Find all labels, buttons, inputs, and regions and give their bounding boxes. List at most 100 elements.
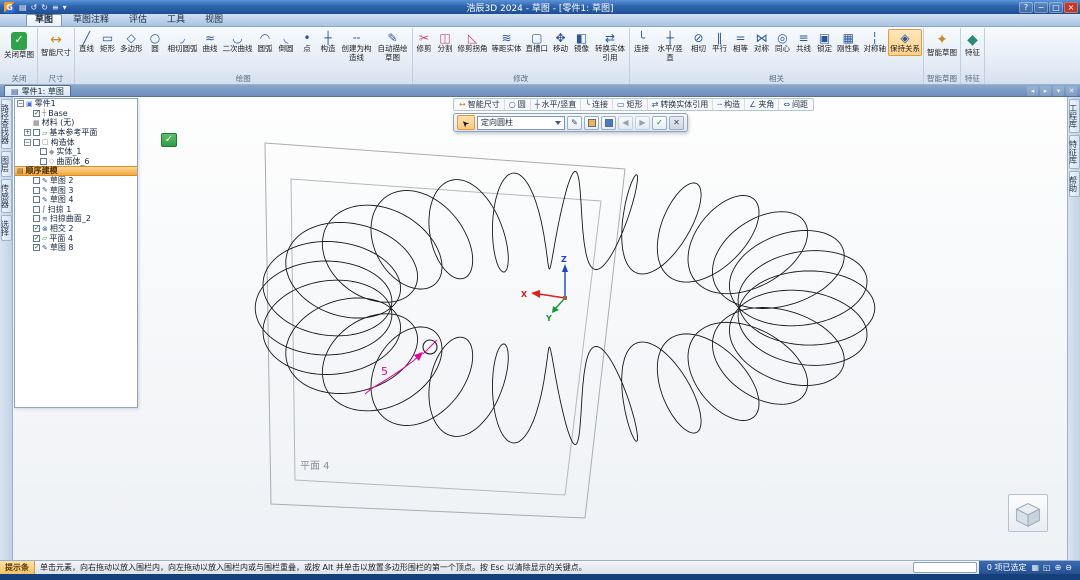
angle-toggle[interactable]: ∠ 夹角 [745,99,780,110]
horizontal-vertical-toggle[interactable]: ┼ 水平/竖直 [531,99,582,110]
ribbon-tab[interactable]: 草图注释 [64,14,118,26]
close-button[interactable]: × [1064,1,1078,13]
maximize-button[interactable]: □ [1049,1,1063,13]
expander-icon[interactable]: − [24,138,31,146]
print-icon[interactable]: ≡ [52,3,59,12]
lock-button[interactable]: ▣ 锁定 [814,29,835,56]
polygon-button[interactable]: ◇ 多边形 [118,29,145,56]
viewport[interactable]: 平面 4 X Y Z 5 ↔ 智能尺寸 ○ 圆 ┼ 水平/竖直 ╰ 连接 ▭ 矩形 ⇄ 转换实体引用 ╌ 构造 ∠ 夹… [13,97,1067,560]
construction-button[interactable]: ┼ 构造 [318,29,339,56]
undo-icon[interactable]: ↺ [31,3,38,12]
tangent-arc-button[interactable]: ◞ 相切圆弧 [166,29,200,56]
visibility-checkbox[interactable] [40,157,47,165]
keypoint-filter-dropdown[interactable]: 定向圆柱 [477,115,565,130]
visibility-checkbox[interactable] [33,196,40,204]
connect-button[interactable]: ╰ 连接 [631,29,652,56]
equal-button[interactable]: = 相等 [730,29,751,56]
tab-sensors[interactable]: 传感器 [0,179,12,213]
curve-button[interactable]: ≈ 曲线 [200,29,221,56]
tab-select[interactable]: 选择 [0,215,12,241]
visibility-checkbox[interactable] [33,234,40,242]
tree-item[interactable]: ≋ 扫掠曲面_2 [15,214,137,224]
fit-view-icon[interactable]: ◱ [1043,563,1051,572]
select-tool-button[interactable]: ➤ [457,115,475,130]
tree-item[interactable]: ┼Base [15,109,137,119]
tangent-button[interactable]: ⊘ 相切 [688,29,709,56]
tab-next-button[interactable]: ▸ [1040,86,1051,96]
connect-toggle[interactable]: ╰ 连接 [581,99,614,110]
minimize-button[interactable]: − [1034,1,1048,13]
app-logo-icon[interactable]: G [4,1,15,13]
move-button[interactable]: ✥ 移动 [550,29,571,56]
expander-icon[interactable]: + [24,129,31,137]
mirror-button[interactable]: ◧ 镜像 [571,29,592,56]
tree-item[interactable]: ✎ 草图 2 [15,176,137,186]
point-button[interactable]: • 点 [297,29,318,56]
split-button[interactable]: ◫ 分割 [435,29,456,56]
rigid-set-button[interactable]: ▦ 刚性集 [835,29,862,56]
tab-library[interactable]: 工程库 [1068,99,1080,133]
arc-button[interactable]: ◠ 圆弧 [255,29,276,56]
circle-toggle[interactable]: ○ 圆 [505,99,531,110]
tab-help[interactable]: 帮助 [1068,171,1080,197]
conic-button[interactable]: ◡ 二次曲线 [221,29,255,56]
customize-quick-access-icon[interactable]: ▾ [63,3,67,12]
visibility-checkbox[interactable] [33,205,40,213]
auto-sketch-button[interactable]: ✎ 自动描绘草图 [375,29,411,64]
ribbon-tab[interactable]: 评估 [120,14,156,26]
smart-dimension-button[interactable]: ↔ 智能尺寸 [39,29,73,60]
display-options-icon[interactable]: ▦ [1031,563,1039,572]
collinear-button[interactable]: ≡ 共线 [793,29,814,56]
convert-entities-toggle[interactable]: ⇄ 转换实体引用 [648,99,714,110]
spacing-toggle[interactable]: ⇔ 间距 [779,99,812,110]
visibility-checkbox[interactable] [33,177,40,185]
previous-button[interactable]: ◀ [618,115,633,130]
concentric-button[interactable]: ◎ 同心 [772,29,793,56]
tab-close-button[interactable]: ✕ [1066,86,1077,96]
visibility-checkbox[interactable] [33,225,40,233]
tree-item[interactable]: ✎ 草图 4 [15,195,137,205]
smart-dimension-toggle[interactable]: ↔ 智能尺寸 [455,99,505,110]
ribbon-tab[interactable]: 工具 [158,14,194,26]
rectangle-button[interactable]: ▭ 矩形 [97,29,118,56]
slot-button[interactable]: ▢ 直槽口 [524,29,551,56]
command-search-input[interactable] [912,562,977,573]
trim-corner-button[interactable]: ◺ 修剪拐角 [456,29,490,56]
zoom-out-icon[interactable]: ⊖ [1065,563,1072,572]
style-picker-button[interactable]: ✎ [567,115,582,130]
visibility-checkbox[interactable] [33,129,40,137]
fillet-button[interactable]: ◟ 倒圆 [276,29,297,56]
visibility-checkbox[interactable] [33,109,40,117]
tab-feature-library[interactable]: 特征库 [1068,135,1080,169]
construction-toggle[interactable]: ╌ 构造 [713,99,746,110]
tree-item[interactable]: + ▱ 基本参考平面 [15,128,137,138]
visibility-checkbox[interactable] [33,138,40,146]
tree-section-header[interactable]: ▤ 顺序建模 [15,166,137,176]
horizontal-vertical-button[interactable]: ┼ 水平/竖直 [652,29,688,64]
close-sketch-button[interactable]: ✓ 关闭草图 [2,29,36,62]
tab-list-button[interactable]: ▾ [1053,86,1064,96]
parallel-button[interactable]: ∥ 平行 [709,29,730,56]
tab-layers[interactable]: 图层 [0,151,12,177]
visibility-checkbox[interactable] [33,244,40,252]
trim-button[interactable]: ✂ 修剪 [414,29,435,56]
save-icon[interactable]: ▤ [19,3,27,12]
maintain-relationships-button[interactable]: ◈ 保持关系 [888,29,922,56]
smart-sketch-button[interactable]: ✦ 智能草图 [925,29,959,60]
ribbon-tab[interactable]: 视图 [196,14,232,26]
expander-icon[interactable]: − [17,100,24,108]
symmetry-axis-button[interactable]: ╎ 对称轴 [862,29,889,56]
feature-button[interactable]: ◆ 特征 [962,29,983,60]
accept-check-button[interactable]: ✓ [161,133,177,147]
rectangle-toggle[interactable]: ▭ 矩形 [613,99,648,110]
circle-button[interactable]: ○ 圆 [145,29,166,56]
zoom-in-icon[interactable]: ⊕ [1055,563,1062,572]
visibility-checkbox[interactable] [40,148,47,156]
offset-entities-button[interactable]: ≋ 等距实体 [490,29,524,56]
next-button[interactable]: ▶ [635,115,650,130]
tree-item[interactable]: − ▣ 零件1 [15,99,137,109]
tree-item[interactable]: ✎草图 8 [15,243,137,253]
tree-item[interactable]: ▱平面 4 [15,233,137,243]
help-button[interactable]: ? [1019,1,1033,13]
convert-to-construction-button[interactable]: ╌ 创建为构造线 [339,29,375,64]
